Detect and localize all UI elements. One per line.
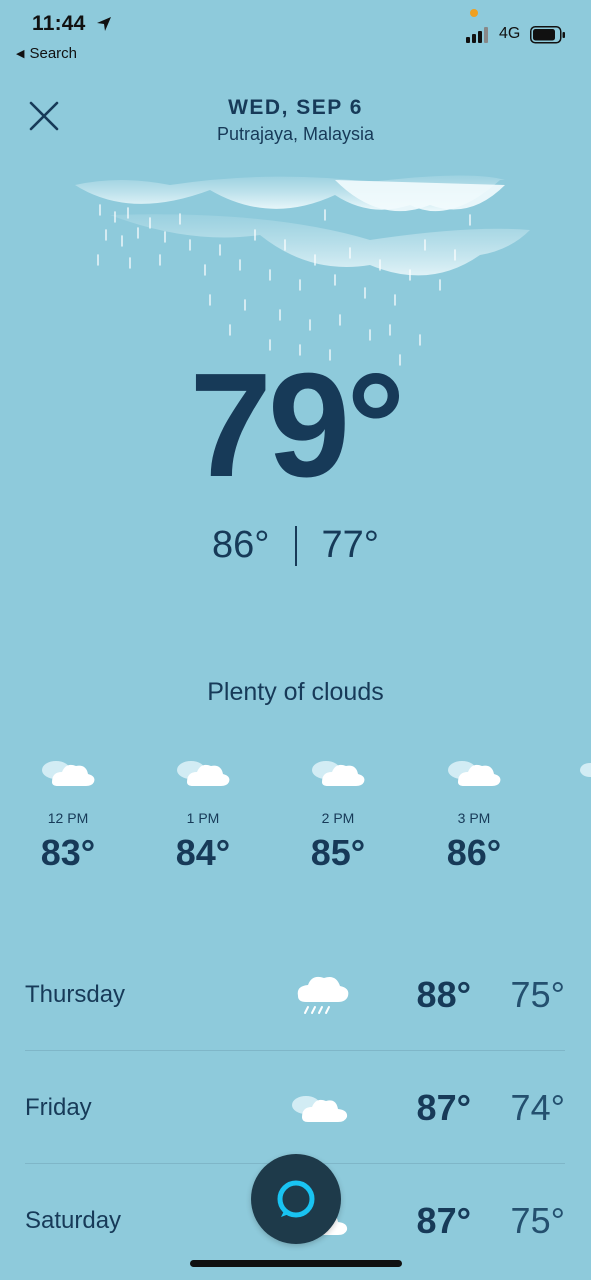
hourly-forecast-item: 2 PM 85° xyxy=(288,752,388,874)
hourly-time: 3 PM xyxy=(457,810,491,826)
partly-cloudy-icon xyxy=(292,1096,348,1122)
day-high-temp: 88° xyxy=(416,974,471,1015)
hourly-temp: 83° xyxy=(40,832,96,873)
partly-cloudy-icon xyxy=(580,763,591,777)
hourly-forecast-item: 12 PM 83° xyxy=(18,752,118,874)
weather-condition: Plenty of clouds xyxy=(207,678,384,706)
privacy-indicator-dot xyxy=(470,9,478,17)
partly-cloudy-icon xyxy=(177,761,230,786)
hourly-forecast-item: 3 PM 86° xyxy=(424,752,524,874)
back-to-search-button[interactable]: ◀ Search xyxy=(16,45,77,62)
hourly-temp: 86° xyxy=(446,832,502,873)
back-label: Search xyxy=(29,45,77,62)
back-triangle-icon: ◀ xyxy=(16,48,25,60)
high-low-divider xyxy=(294,525,297,566)
hourly-temp: 84° xyxy=(175,832,231,873)
hourly-forecast-item-partial xyxy=(578,752,591,882)
low-temperature: 77° xyxy=(321,524,379,566)
location-arrow-icon xyxy=(97,17,111,31)
daily-forecast-row[interactable]: Friday 87° 74° xyxy=(25,1051,565,1164)
rain-clouds-illustration xyxy=(75,175,530,366)
alexa-ring-icon xyxy=(277,1180,315,1218)
day-high-temp: 87° xyxy=(416,1200,471,1241)
hourly-forecast-item: 1 PM 84° xyxy=(153,752,253,874)
network-type: 4G xyxy=(499,25,521,42)
hourly-time: 12 PM xyxy=(47,810,89,826)
partly-cloudy-icon xyxy=(448,761,501,786)
daily-forecast-row[interactable]: Thursday 88° 75° xyxy=(25,938,565,1051)
day-name: Thursday xyxy=(25,981,126,1008)
day-high-temp: 87° xyxy=(416,1087,471,1128)
home-indicator[interactable] xyxy=(190,1260,402,1267)
partly-cloudy-icon xyxy=(312,761,365,786)
day-name: Friday xyxy=(25,1094,92,1121)
battery-icon xyxy=(530,26,565,44)
alexa-button[interactable] xyxy=(251,1154,341,1244)
hourly-time: 1 PM xyxy=(186,810,220,826)
rain-cloud-icon xyxy=(297,976,349,1014)
high-low-temperature: 86° 77° xyxy=(0,524,591,567)
forecast-location: Putrajaya, Malaysia xyxy=(216,124,375,144)
cellular-signal-icon xyxy=(466,27,488,43)
current-temperature: 79° xyxy=(189,343,406,508)
hourly-temp: 85° xyxy=(310,832,366,873)
forecast-date: WED, SEP 6 xyxy=(228,96,363,119)
day-low-temp: 75° xyxy=(510,974,565,1015)
status-time: 11:44 xyxy=(32,12,86,35)
day-low-temp: 75° xyxy=(510,1200,565,1241)
high-temperature: 86° xyxy=(212,524,270,566)
day-low-temp: 74° xyxy=(510,1087,565,1128)
day-name: Saturday xyxy=(25,1207,122,1234)
partly-cloudy-icon xyxy=(42,761,95,786)
hourly-time: 2 PM xyxy=(321,810,355,826)
